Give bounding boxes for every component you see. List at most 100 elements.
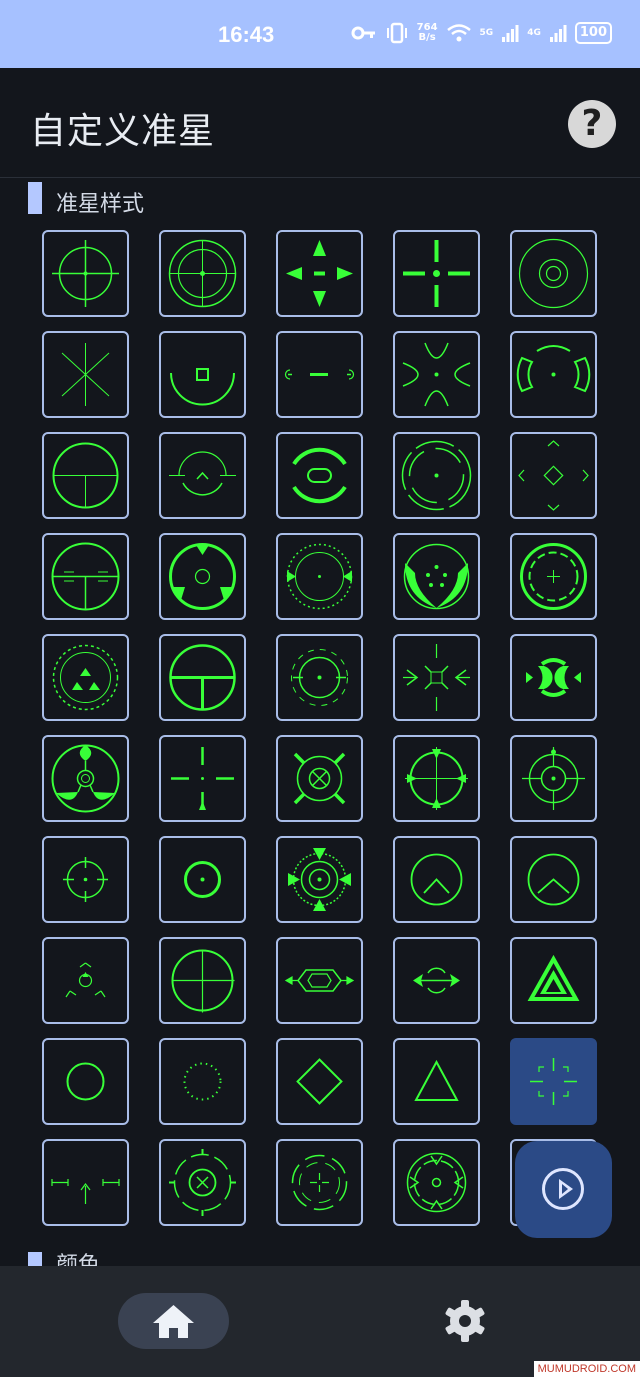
crosshair-option[interactable]	[393, 331, 480, 418]
section-title-style: 准星样式	[56, 192, 145, 217]
crosshair-option[interactable]	[159, 1038, 246, 1125]
tick-ring-icon	[286, 543, 353, 610]
star-lines-icon	[61, 343, 110, 406]
triangle-notch-ring-icon	[169, 543, 236, 610]
app-header: 自定义准星 ?	[0, 68, 640, 178]
crosshair-option[interactable]	[510, 331, 597, 418]
dotted-circle-icon	[183, 1062, 222, 1101]
crosshair-option[interactable]	[510, 432, 597, 519]
circle-tee-icon	[52, 442, 119, 509]
pointed-eyes-icon	[403, 543, 470, 610]
crosshair-option[interactable]	[510, 937, 597, 1024]
square-bracket-arc-icon	[170, 368, 235, 406]
crossed-circle-icon	[171, 949, 235, 1013]
circle-crosshair-icon	[52, 240, 119, 307]
crosshair-option[interactable]	[276, 836, 363, 923]
dense-ring-icon	[520, 543, 587, 610]
dash-crosshair-icon	[284, 369, 355, 380]
crosshair-option[interactable]	[159, 937, 246, 1024]
crosshair-option[interactable]	[42, 432, 129, 519]
crosshair-option[interactable]	[510, 836, 597, 923]
mildot-scope-icon	[168, 239, 237, 308]
crosshair-option[interactable]	[159, 331, 246, 418]
crosshair-option[interactable]	[393, 735, 480, 822]
crosshair-option[interactable]	[42, 230, 129, 317]
crosshair-option[interactable]	[42, 1038, 129, 1125]
crosshair-option[interactable]	[276, 533, 363, 620]
crosshair-option[interactable]	[393, 1038, 480, 1125]
crosshair-option[interactable]	[276, 331, 363, 418]
bracket-arcs-icon	[516, 345, 591, 393]
crosshair-option[interactable]	[276, 634, 363, 721]
triangle-icon	[414, 1059, 459, 1101]
crosshair-option[interactable]	[393, 634, 480, 721]
crosshair-option[interactable]	[159, 634, 246, 721]
crosshair-option[interactable]	[393, 230, 480, 317]
crosshair-option[interactable]	[393, 432, 480, 519]
crosshair-option[interactable]	[42, 937, 129, 1024]
play-fab-button[interactable]	[515, 1141, 612, 1238]
ranging-scope-icon	[51, 542, 120, 611]
tick-ring-cross-icon	[522, 747, 585, 810]
crosshair-option[interactable]	[510, 735, 597, 822]
crosshair-option[interactable]	[159, 1139, 246, 1226]
small-ring-cross-icon	[63, 857, 108, 902]
crosshair-option[interactable]	[42, 634, 129, 721]
crosshair-option[interactable]	[159, 735, 246, 822]
crosshair-option[interactable]	[159, 533, 246, 620]
diamond-chevrons-icon	[518, 440, 589, 511]
crosshair-option[interactable]	[159, 432, 246, 519]
nav-settings-tab[interactable]	[440, 1296, 490, 1346]
bold-triangle-icon	[527, 954, 580, 1001]
gear-icon	[445, 1300, 485, 1342]
nav-home-tab[interactable]	[118, 1293, 229, 1349]
crosshair-option[interactable]	[42, 735, 129, 822]
crosshair-option[interactable]	[276, 432, 363, 519]
bold-arc-pair-icon	[526, 658, 581, 697]
ring-dot-icon	[184, 861, 221, 898]
crosshair-option[interactable]	[276, 937, 363, 1024]
battery-indicator: 100	[574, 22, 612, 44]
help-button[interactable]: ?	[568, 100, 616, 148]
crosshair-option[interactable]	[510, 634, 597, 721]
crosshair-option[interactable]	[393, 1139, 480, 1226]
wifi-icon	[446, 24, 471, 42]
section-marker-color	[28, 1252, 42, 1266]
x-target-icon	[293, 752, 346, 805]
crosshair-option[interactable]	[276, 735, 363, 822]
crosshair-option[interactable]	[510, 533, 597, 620]
concentric-ring-icon	[518, 238, 589, 309]
crosshair-option[interactable]	[393, 836, 480, 923]
signal-1-icon	[502, 25, 519, 42]
range-bars-icon	[51, 1179, 120, 1204]
crosshair-option[interactable]	[393, 533, 480, 620]
star-target-icon	[288, 848, 351, 911]
ring-bracket-icon	[291, 649, 348, 706]
status-icons: 764 B/s 5G 4G 100	[351, 22, 612, 44]
dotted-triangle-ring-icon	[52, 644, 119, 711]
converging-arcs-icon	[402, 342, 471, 407]
crosshair-option[interactable]	[159, 836, 246, 923]
four-arrow-crosshair-icon	[286, 240, 353, 307]
crosshair-option[interactable]	[42, 533, 129, 620]
home-icon	[153, 1305, 194, 1338]
ring-oval-icon	[292, 447, 347, 504]
bracket-cross-icon	[530, 1058, 577, 1105]
crosshair-option[interactable]	[276, 1139, 363, 1226]
crosshair-option[interactable]	[393, 937, 480, 1024]
section-marker	[28, 182, 42, 214]
crosshair-option[interactable]	[42, 836, 129, 923]
crosshair-option[interactable]	[276, 1038, 363, 1125]
crosshair-option[interactable]	[510, 1038, 597, 1125]
status-time: 16:43	[218, 22, 275, 47]
crosshair-option[interactable]	[510, 230, 597, 317]
half-arc-chevron-icon	[169, 451, 236, 496]
crosshair-option[interactable]	[42, 331, 129, 418]
crosshair-option[interactable]	[42, 1139, 129, 1226]
section-title-color: 颜色	[56, 1253, 101, 1266]
crosshair-option[interactable]	[276, 230, 363, 317]
vibrate-icon	[386, 22, 407, 44]
watermark: MUMUDROID.COM	[533, 1361, 640, 1377]
crosshair-option[interactable]	[159, 230, 246, 317]
diamond-icon	[296, 1058, 343, 1105]
